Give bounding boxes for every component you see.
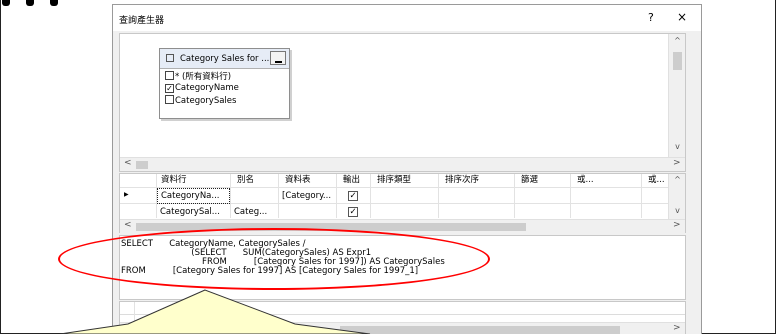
callout-bubble <box>59 289 371 334</box>
